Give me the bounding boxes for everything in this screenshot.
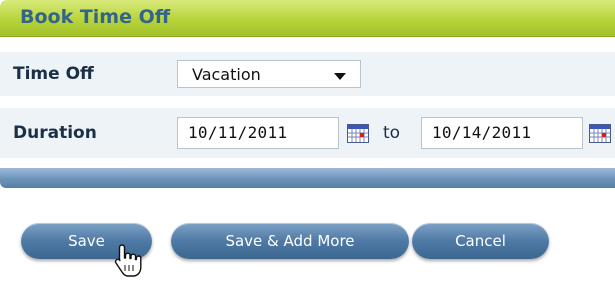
panel-title: Book Time Off bbox=[20, 6, 171, 28]
date-separator: to bbox=[383, 123, 401, 143]
book-time-off-panel: Book Time Off Time Off Vacation Duration… bbox=[0, 0, 615, 190]
chevron-down-icon bbox=[334, 73, 346, 80]
cancel-button[interactable]: Cancel bbox=[412, 223, 549, 259]
panel-footer-bar bbox=[0, 168, 615, 188]
time-off-select[interactable]: Vacation bbox=[177, 60, 361, 88]
calendar-icon[interactable] bbox=[347, 124, 369, 143]
time-off-label: Time Off bbox=[13, 64, 94, 84]
duration-row: Duration 10/11/2011 to 10/14/2011 bbox=[0, 108, 615, 159]
calendar-icon[interactable] bbox=[589, 124, 611, 143]
panel-header: Book Time Off bbox=[0, 0, 615, 37]
end-date-value: 10/14/2011 bbox=[432, 123, 532, 142]
time-off-select-value: Vacation bbox=[192, 65, 261, 84]
time-off-row: Time Off Vacation bbox=[0, 52, 615, 97]
hand-pointer-icon bbox=[114, 244, 142, 277]
end-date-input[interactable]: 10/14/2011 bbox=[421, 117, 583, 149]
duration-label: Duration bbox=[13, 123, 97, 143]
start-date-value: 10/11/2011 bbox=[188, 123, 288, 142]
start-date-input[interactable]: 10/11/2011 bbox=[177, 117, 339, 149]
save-add-more-button[interactable]: Save & Add More bbox=[171, 223, 409, 259]
